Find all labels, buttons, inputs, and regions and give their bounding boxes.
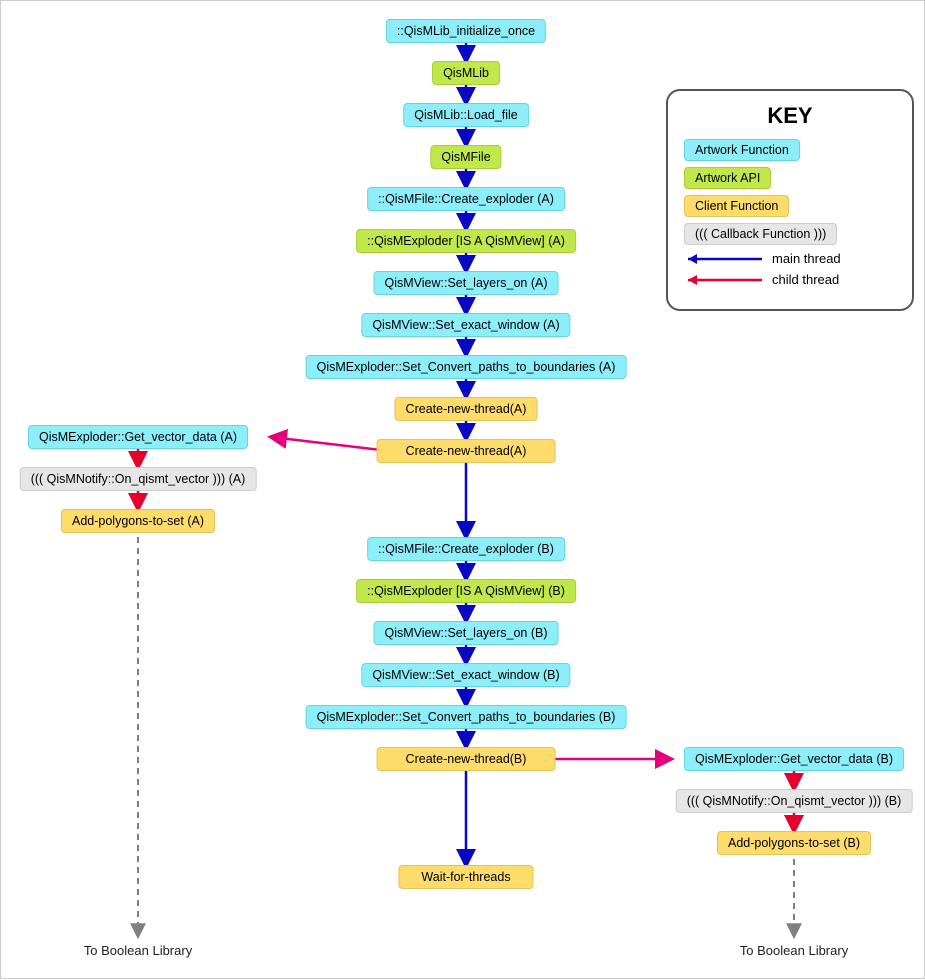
node-initialize-once: ::QisMLib_initialize_once [386,19,546,43]
node-add-polygons-a: Add-polygons-to-set (A) [61,509,215,533]
legend-title: KEY [684,103,896,129]
node-set-layers-on-a: QisMView::Set_layers_on (A) [373,271,558,295]
node-set-layers-on-b: QisMView::Set_layers_on (B) [373,621,558,645]
legend-artwork-function: Artwork Function [684,139,800,161]
legend-callback-function: ((( Callback Function ))) [684,223,837,245]
node-create-new-thread-a: Create-new-thread(A) [395,397,538,421]
legend-child-thread-label: child thread [772,272,839,287]
node-qismexploder-b: ::QisMExploder [IS A QisMView] (B) [356,579,576,603]
legend-main-thread-arrow [684,252,764,266]
node-set-exact-window-b: QisMView::Set_exact_window (B) [361,663,570,687]
node-create-exploder-b: ::QisMFile::Create_exploder (B) [367,537,565,561]
label-to-boolean-library-b: To Boolean Library [740,943,848,958]
node-create-exploder-a: ::QisMFile::Create_exploder (A) [367,187,565,211]
node-qismlib: QisMLib [432,61,500,85]
node-set-convert-paths-b: QisMExploder::Set_Convert_paths_to_bound… [306,705,627,729]
node-qismexploder-a: ::QisMExploder [IS A QisMView] (A) [356,229,576,253]
node-on-qismt-vector-b: ((( QisMNotify::On_qismt_vector ))) (B) [676,789,913,813]
node-on-qismt-vector-a: ((( QisMNotify::On_qismt_vector ))) (A) [20,467,257,491]
node-get-vector-data-a: QisMExploder::Get_vector_data (A) [28,425,248,449]
node-create-new-thread-a-2: Create-new-thread(A) [377,439,556,463]
legend-main-thread-label: main thread [772,251,841,266]
node-create-new-thread-b: Create-new-thread(B) [377,747,556,771]
node-wait-for-threads: Wait-for-threads [398,865,533,889]
node-set-convert-paths-a: QisMExploder::Set_Convert_paths_to_bound… [306,355,627,379]
node-get-vector-data-b: QisMExploder::Get_vector_data (B) [684,747,904,771]
flowchart-canvas: ::QisMLib_initialize_once QisMLib QisMLi… [0,0,925,979]
legend-child-thread-arrow [684,273,764,287]
node-load-file: QisMLib::Load_file [403,103,529,127]
node-add-polygons-b: Add-polygons-to-set (B) [717,831,871,855]
label-to-boolean-library-a: To Boolean Library [84,943,192,958]
node-qismfile: QisMFile [430,145,501,169]
node-set-exact-window-a: QisMView::Set_exact_window (A) [361,313,570,337]
legend-artwork-api: Artwork API [684,167,771,189]
legend-client-function: Client Function [684,195,789,217]
legend-box: KEY Artwork Function Artwork API Client … [666,89,914,311]
